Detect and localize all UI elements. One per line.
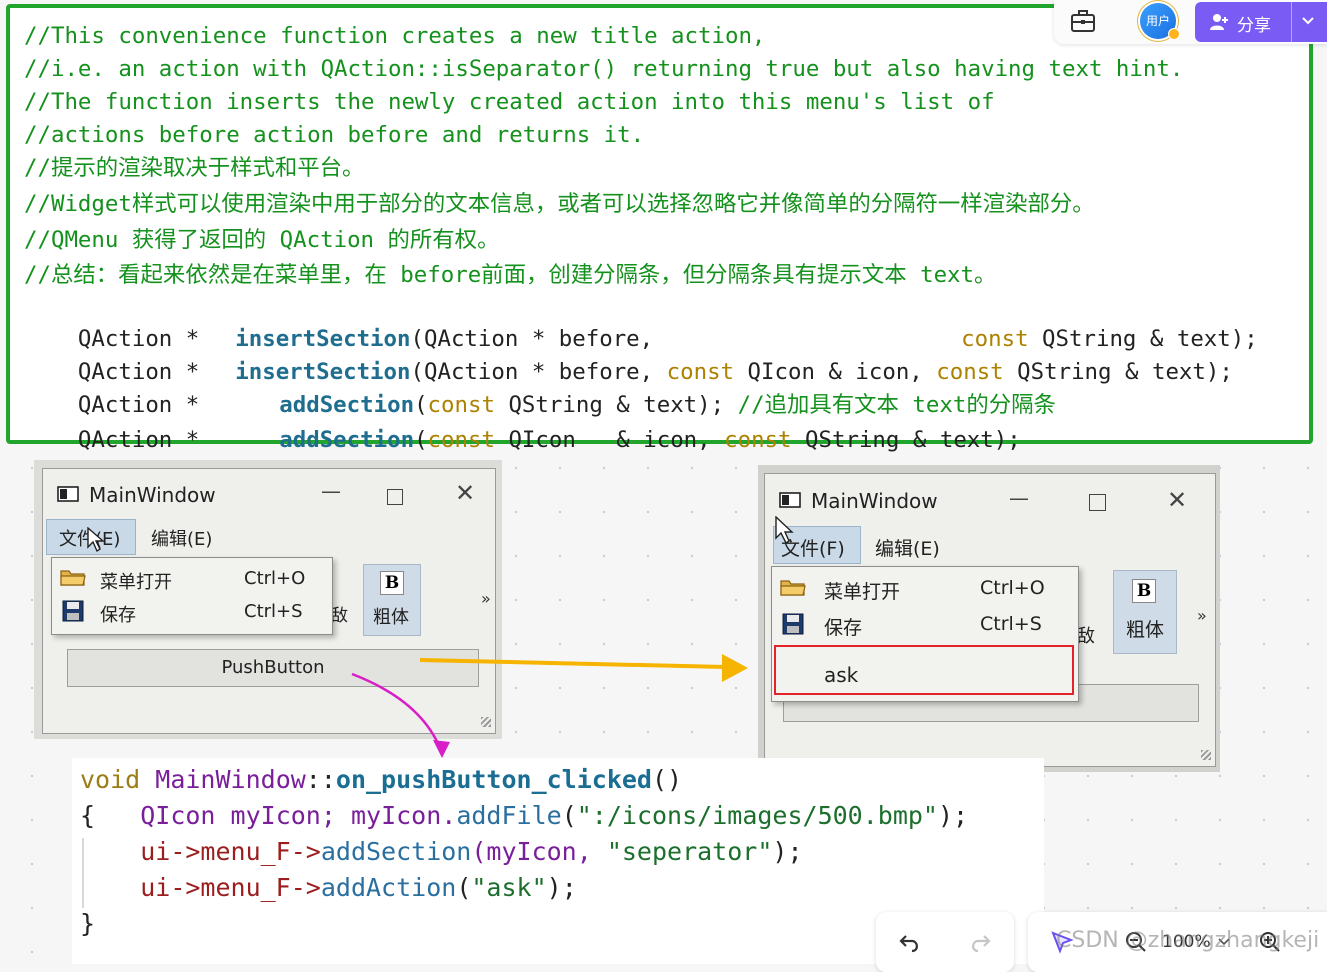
method-name: addAction xyxy=(320,873,457,902)
variable: myIcon; xyxy=(230,801,336,830)
method-name: addFile xyxy=(456,801,562,830)
scope-operator: :: xyxy=(305,765,336,794)
string-literal: "seperator" xyxy=(606,837,773,866)
class-name: QIcon xyxy=(140,801,216,830)
string-literal: ":/icons/images/500.bmp" xyxy=(576,801,938,830)
code-line-5: } xyxy=(80,909,96,938)
statement-end: ); xyxy=(937,801,969,830)
class-name: MainWindow xyxy=(155,765,306,794)
redo-icon[interactable] xyxy=(968,932,992,954)
undo-icon[interactable] xyxy=(898,932,922,954)
parens: () xyxy=(651,765,683,794)
function-name: on_pushButton_clicked xyxy=(335,765,652,794)
indent-guide xyxy=(82,838,84,908)
magenta-arrow-head xyxy=(433,740,450,758)
open-brace: { xyxy=(80,801,96,830)
member-access: ui->menu_F-> xyxy=(140,873,321,902)
paren: ( xyxy=(456,873,472,902)
string-literal: "ask" xyxy=(471,873,547,902)
code-line-1: void MainWindow::on_pushButton_clicked() xyxy=(80,762,682,798)
statement-end: ); xyxy=(546,873,577,902)
watermark: CSDN @zhangzhangkeji xyxy=(1056,928,1320,953)
orange-arrow-line xyxy=(419,658,727,669)
paren: ( xyxy=(561,801,577,830)
orange-arrow-head xyxy=(722,654,748,682)
method-name: addSection xyxy=(320,837,472,866)
magenta-arrow-line xyxy=(351,672,442,749)
code-line-3: ui->menu_F->addSection(myIcon, "seperato… xyxy=(80,834,803,870)
history-toolbar xyxy=(876,912,1014,972)
code-line-4: ui->menu_F->addAction("ask"); xyxy=(80,870,577,906)
statement-end: ); xyxy=(772,837,803,866)
keyword-void: void xyxy=(80,765,141,794)
variable: myIcon. xyxy=(350,801,457,830)
code-line-2: { QIcon myIcon; myIcon.addFile(":/icons/… xyxy=(80,798,968,834)
member-access: ui->menu_F-> xyxy=(140,837,321,866)
arguments: (myIcon, xyxy=(471,837,607,866)
